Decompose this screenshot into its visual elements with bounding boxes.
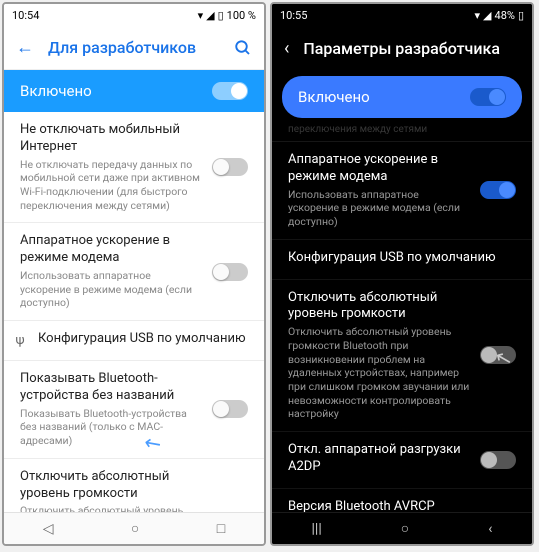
search-icon[interactable] (234, 39, 252, 57)
list-item[interactable]: Отключить абсолютный уровень громкости О… (4, 459, 264, 512)
master-toggle[interactable] (212, 82, 248, 100)
phone-dark: 10:55 ▾ ◢ 48% ▯ ‹ Параметры разработчика… (270, 2, 534, 546)
toggle[interactable] (212, 158, 248, 176)
list-item[interactable]: Откл. аппаратной разгрузки A2DP (272, 432, 532, 489)
partial-text: переключения между сетями (272, 124, 532, 142)
settings-list[interactable]: Не отключать мобильный Интернет Не отклю… (4, 112, 264, 512)
toggle[interactable] (480, 346, 516, 364)
enabled-bar[interactable]: Включено (4, 70, 264, 112)
signal-icon: ◢ (483, 9, 491, 22)
item-title: Конфигурация USB по умолчанию (288, 250, 516, 267)
item-title: Аппаратное ускорение в режиме модема (288, 152, 470, 186)
appbar-title: Параметры разработчика (303, 39, 520, 58)
navbar: ||| ○ ‹ (272, 512, 532, 544)
wifi-icon: ▾ (198, 9, 204, 22)
list-item-usb-config[interactable]: ψ Конфигурация USB по умолчанию (4, 321, 264, 361)
toggle[interactable] (480, 451, 516, 469)
status-icons: ▾ ◢ ▯ 100 % (198, 9, 256, 22)
item-subtitle: Отключить абсолютный уровень громкости B… (20, 504, 202, 512)
item-subtitle: Использовать аппаратное ускорение в режи… (20, 269, 202, 310)
list-item[interactable]: Отключить абсолютный уровень громкости О… (272, 280, 532, 432)
item-title: Версия Bluetooth AVRCP (288, 499, 516, 512)
item-title: Отключить абсолютный уровень громкости (288, 290, 470, 324)
item-subtitle: Отключить абсолютный уровень громкости B… (288, 325, 470, 420)
back-icon[interactable]: ← (16, 37, 34, 58)
list-item[interactable]: Аппаратное ускорение в режиме модема Исп… (4, 223, 264, 321)
appbar-title: Для разработчиков (48, 38, 220, 57)
nav-home-icon[interactable]: ○ (131, 520, 139, 537)
statusbar: 10:55 ▾ ◢ 48% ▯ (272, 4, 532, 26)
battery-icon: ▯ (518, 9, 524, 22)
nav-recent-icon[interactable]: ||| (312, 521, 322, 537)
nav-back-icon[interactable]: ◁ (43, 521, 54, 537)
nav-recent-icon[interactable]: □ (217, 520, 225, 537)
toggle[interactable] (212, 263, 248, 281)
list-item[interactable]: Версия Bluetooth AVRCP AVRCP 1.4 (по умо… (272, 489, 532, 512)
usb-icon: ψ (12, 333, 28, 348)
status-icons: ▾ ◢ 48% ▯ (475, 9, 524, 22)
settings-list[interactable]: переключения между сетями Аппаратное уск… (272, 124, 532, 512)
list-item[interactable]: Показывать Bluetooth-устройства без назв… (4, 361, 264, 459)
phone-light: 10:54 ▾ ◢ ▯ 100 % ← Для разработчиков Вк… (2, 2, 266, 546)
master-toggle[interactable] (470, 88, 506, 106)
back-icon[interactable]: ‹ (284, 38, 289, 59)
battery-icon: ▯ (218, 9, 224, 22)
status-time: 10:54 (12, 9, 39, 22)
battery-text: 100 % (227, 9, 256, 22)
nav-home-icon[interactable]: ○ (401, 520, 409, 537)
status-time: 10:55 (280, 9, 307, 22)
appbar: ‹ Параметры разработчика (272, 26, 532, 70)
item-title: Показывать Bluetooth-устройства без назв… (20, 371, 202, 405)
list-item[interactable]: Не отключать мобильный Интернет Не отклю… (4, 112, 264, 223)
signal-icon: ◢ (206, 9, 214, 22)
item-title: Отключить абсолютный уровень громкости (20, 469, 202, 503)
appbar: ← Для разработчиков (4, 26, 264, 70)
battery-text: 48% (495, 9, 515, 22)
navbar: ◁ ○ □ (4, 512, 264, 544)
enabled-label: Включено (298, 88, 370, 106)
item-subtitle: Показывать Bluetooth-устройства без назв… (20, 407, 202, 448)
toggle[interactable] (212, 400, 248, 418)
item-title: Откл. аппаратной разгрузки A2DP (288, 442, 470, 476)
item-subtitle: Использовать аппаратное ускорение в режи… (288, 188, 470, 229)
item-subtitle: Не отключать передачу данных по мобильно… (20, 158, 202, 213)
item-title: Не отключать мобильный Интернет (20, 122, 202, 156)
list-item[interactable]: Аппаратное ускорение в режиме модема Исп… (272, 142, 532, 240)
enabled-label: Включено (20, 82, 92, 100)
list-item-usb-config[interactable]: Конфигурация USB по умолчанию (272, 240, 532, 280)
item-title: Аппаратное ускорение в режиме модема (20, 233, 202, 267)
nav-back-icon[interactable]: ‹ (488, 521, 492, 537)
item-title: Конфигурация USB по умолчанию (38, 331, 248, 348)
statusbar: 10:54 ▾ ◢ ▯ 100 % (4, 4, 264, 26)
enabled-bar[interactable]: Включено (282, 76, 522, 118)
toggle[interactable] (480, 181, 516, 199)
wifi-icon: ▾ (475, 9, 481, 22)
